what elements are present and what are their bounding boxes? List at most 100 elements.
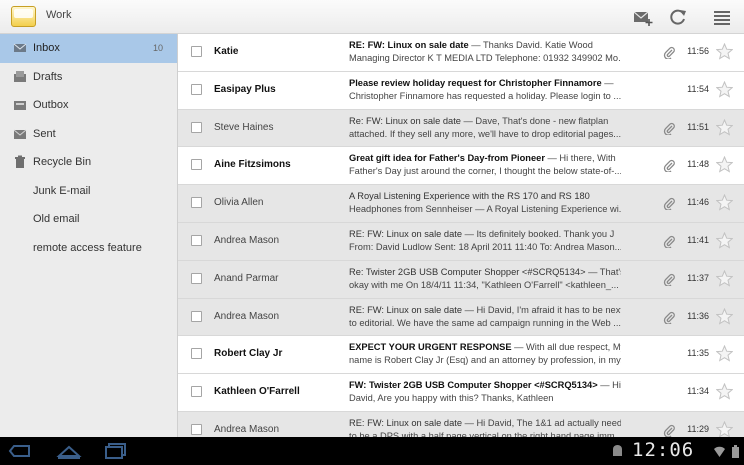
message-preview: — Dave, That's done - new flatplan	[460, 115, 609, 126]
message-preview: okay with me On 18/4/11 11:34, "Kathleen…	[349, 279, 619, 290]
message-list[interactable]: Katie RE: FW: Linux on sale date — Thanks…	[178, 34, 744, 437]
message-sender: Anand Parmar	[214, 272, 279, 284]
message-row[interactable]: Olivia Allen A Royal Listening Experience…	[178, 185, 744, 223]
star-icon[interactable]	[716, 383, 733, 400]
message-snippet: RE: FW: Linux on sale date — Thanks Davi…	[349, 39, 621, 67]
select-checkbox[interactable]	[191, 386, 202, 398]
home-icon[interactable]	[56, 442, 82, 460]
select-checkbox[interactable]	[191, 310, 202, 322]
message-sender: Andrea Mason	[214, 423, 280, 435]
attachment-icon	[663, 424, 675, 437]
attachment-icon	[663, 46, 675, 59]
star-icon[interactable]	[716, 307, 733, 325]
folder-label: Outbox	[33, 99, 69, 112]
star-icon[interactable]	[716, 118, 733, 136]
message-row[interactable]: Steve Haines Re: FW: Linux on sale date —…	[178, 109, 744, 148]
folder-sidebar: Inbox 10 Drafts Outbox Sent Recycle Bin	[0, 34, 178, 437]
message-sender: Andrea Mason	[214, 234, 280, 246]
select-checkbox[interactable]	[191, 234, 202, 246]
folder-junk-email[interactable]: Junk E-mail	[0, 177, 177, 206]
message-time: 11:37	[687, 272, 709, 283]
email-app-icon[interactable]	[11, 6, 36, 27]
account-name[interactable]: Work	[46, 9, 71, 21]
folder-old-email[interactable]: Old email	[0, 205, 177, 234]
star-icon[interactable]	[716, 43, 733, 60]
select-checkbox[interactable]	[191, 159, 202, 171]
message-row[interactable]: Kathleen O'Farrell FW: Twister 2GB USB Co…	[178, 374, 744, 412]
message-preview: — Its definitely booked. Thank you J	[462, 228, 615, 239]
message-time: 11:34	[687, 386, 709, 397]
action-bar: Work	[0, 0, 744, 34]
message-snippet: Please review holiday request for Christ…	[349, 77, 621, 105]
compose-mail-icon[interactable]	[632, 6, 654, 28]
star-icon[interactable]	[716, 420, 733, 437]
folder-outbox[interactable]: Outbox	[0, 91, 177, 120]
star-icon[interactable]	[716, 80, 733, 98]
message-subject: Re: Twister 2GB USB Computer Shopper <#S…	[349, 266, 586, 277]
select-checkbox[interactable]	[191, 83, 202, 95]
message-subject: RE: FW: Linux on sale date	[349, 304, 462, 315]
folder-inbox[interactable]: Inbox 10	[0, 34, 177, 63]
folder-recycle-bin[interactable]: Recycle Bin	[0, 148, 177, 177]
star-icon[interactable]	[716, 156, 733, 174]
message-preview: — Hi	[597, 380, 621, 391]
select-checkbox[interactable]	[191, 348, 202, 360]
overflow-menu-icon[interactable]	[711, 6, 733, 28]
select-checkbox[interactable]	[191, 197, 202, 209]
message-time: 11:56	[687, 46, 709, 56]
star-icon[interactable]	[716, 231, 733, 249]
message-preview: — Hi David, The 1&1 ad actually needs	[462, 417, 621, 428]
message-preview: to editorial. We have the same ad campai…	[349, 317, 621, 328]
recent-apps-icon[interactable]	[103, 442, 129, 460]
message-row[interactable]: Andrea Mason RE: FW: Linux on sale date —…	[178, 222, 744, 261]
select-checkbox[interactable]	[191, 121, 202, 133]
message-row[interactable]: Katie RE: FW: Linux on sale date — Thanks…	[178, 34, 744, 72]
message-snippet: EXPECT YOUR URGENT RESPONSE — With all d…	[349, 341, 621, 369]
star-icon[interactable]	[716, 194, 733, 211]
message-time: 11:36	[687, 310, 709, 321]
select-checkbox[interactable]	[191, 423, 202, 435]
system-clock[interactable]: 12:06	[632, 439, 694, 461]
folder-label: Sent	[33, 127, 56, 140]
select-checkbox[interactable]	[191, 272, 202, 284]
folder-remote-access-feature[interactable]: remote access feature	[0, 234, 177, 263]
star-icon[interactable]	[716, 269, 733, 287]
message-sender: Katie	[214, 46, 239, 57]
attachment-icon	[663, 198, 675, 211]
message-sender: Steve Haines	[214, 121, 274, 133]
message-preview: attached. If they sell any more, we'll h…	[349, 128, 621, 139]
message-subject: Re: FW: Linux on sale date	[349, 115, 461, 126]
message-row[interactable]: Andrea Mason RE: FW: Linux on sale date —…	[178, 298, 744, 337]
message-subject: FW: Twister 2GB USB Computer Shopper <#S…	[349, 380, 598, 391]
message-row[interactable]: Easipay Plus Please review holiday reques…	[178, 71, 744, 110]
message-row[interactable]: Andrea Mason RE: FW: Linux on sale date —…	[178, 411, 744, 437]
message-subject: RE: FW: Linux on sale date	[349, 40, 469, 50]
message-snippet: Great gift idea for Father's Day-from Pi…	[349, 152, 621, 180]
folder-label: Drafts	[33, 70, 63, 83]
inbox-icon	[13, 43, 27, 53]
message-subject: RE: FW: Linux on sale date	[349, 417, 462, 428]
message-preview: — That's	[585, 266, 621, 277]
attachment-icon	[663, 273, 675, 286]
message-row[interactable]: Anand Parmar Re: Twister 2GB USB Computer…	[178, 260, 744, 299]
message-time: 11:54	[687, 83, 709, 94]
back-icon[interactable]	[8, 442, 34, 460]
sent-icon	[13, 129, 27, 139]
message-time: 11:46	[687, 197, 709, 208]
message-time: 11:29	[687, 423, 709, 434]
folder-drafts[interactable]: Drafts	[0, 63, 177, 92]
message-snippet: FW: Twister 2GB USB Computer Shopper <#S…	[349, 379, 621, 407]
select-checkbox[interactable]	[191, 46, 202, 57]
message-row[interactable]: Aine Fitzsimons Great gift idea for Fathe…	[178, 147, 744, 186]
folder-label: Old email	[33, 213, 80, 226]
message-sender: Easipay Plus	[214, 83, 276, 95]
refresh-icon[interactable]	[667, 6, 689, 28]
folder-label: Inbox	[33, 42, 60, 55]
message-preview: From: David Ludlow Sent: 18 April 2011 1…	[349, 241, 621, 252]
message-snippet: Re: Twister 2GB USB Computer Shopper <#S…	[349, 266, 621, 294]
star-icon[interactable]	[716, 345, 733, 363]
message-row[interactable]: Robert Clay Jr EXPECT YOUR URGENT RESPONS…	[178, 336, 744, 375]
message-preview: — Hi David, I'm afraid it has to be next	[462, 304, 621, 315]
folder-label: remote access feature	[33, 241, 142, 254]
folder-sent[interactable]: Sent	[0, 120, 177, 149]
